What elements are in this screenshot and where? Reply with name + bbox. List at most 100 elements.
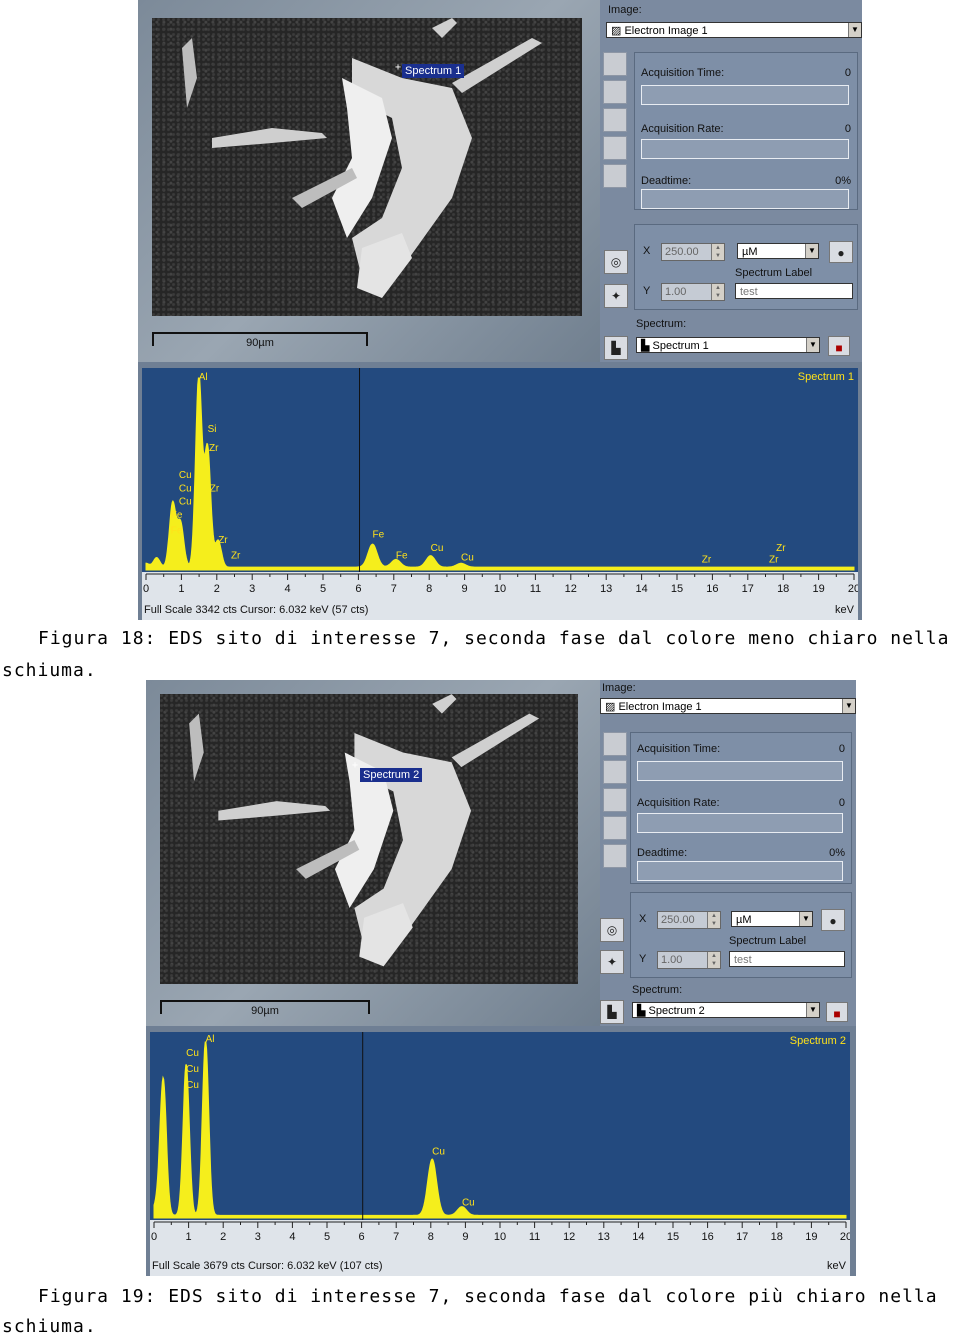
rectangle-tool-button[interactable]	[603, 760, 627, 784]
spectrum-icon[interactable]: ▙	[600, 1000, 624, 1024]
sem-micrograph[interactable]: + Spectrum 1	[152, 18, 582, 316]
x-tick-label: 17	[736, 1231, 748, 1243]
x-tick-label: 10	[494, 583, 506, 595]
x-tick-label: 2	[220, 1231, 226, 1243]
acquisition-time-value: 0	[839, 743, 845, 755]
figure-18-caption-cont: schiuma.	[2, 660, 97, 681]
y-spinner[interactable]: 1.00▲▼	[657, 951, 721, 969]
chevron-down-icon[interactable]: ▼	[842, 699, 855, 713]
spectrum-plot[interactable]: Spectrum 2CuCuCuAlCuCu	[150, 1032, 850, 1220]
spectrum-icon[interactable]: ▙	[604, 336, 628, 360]
element-line-label: Zr	[218, 535, 228, 546]
deadtime-bar	[641, 189, 849, 209]
x-tick-label: 6	[355, 583, 361, 595]
x-tick-label: 4	[285, 583, 291, 595]
select-tool-button[interactable]	[603, 52, 627, 76]
acquisition-rate-value: 0	[845, 123, 851, 135]
scale-bar: 90µm	[152, 332, 368, 346]
grid-tool-button[interactable]	[603, 844, 627, 868]
image-select[interactable]: ▨ Electron Image 1 ▼	[600, 698, 856, 714]
tool-column	[603, 52, 629, 206]
scale-bar-label: 90µm	[154, 337, 366, 349]
image-select[interactable]: ▨ Electron Image 1 ▼	[606, 22, 862, 38]
element-line-label: Cu	[462, 1198, 475, 1209]
spectrum-select[interactable]: ▙ Spectrum 2 ▼	[632, 1002, 820, 1018]
chevron-down-icon[interactable]: ▼	[806, 338, 819, 352]
target-icon[interactable]: ◎	[604, 250, 628, 274]
acquisition-rate-label: Acquisition Rate:	[641, 123, 724, 135]
spectrum-plot-title: Spectrum 2	[790, 1035, 846, 1047]
unit-select[interactable]: µM▼	[737, 243, 819, 259]
spectrum-select[interactable]: ▙ Spectrum 1 ▼	[636, 337, 820, 353]
element-line-label: Cu	[179, 483, 192, 494]
x-spinner[interactable]: 250.00▲▼	[657, 911, 721, 929]
x-tick-label: 16	[706, 583, 718, 595]
spectrum-select-value: Spectrum 1	[653, 340, 709, 352]
spectrum-plot-title: Spectrum 1	[798, 371, 854, 383]
spectrum-label-value: test	[740, 286, 758, 298]
spectrum-marker: +	[352, 760, 358, 771]
record-button[interactable]: ●	[829, 241, 853, 263]
x-tick-label: 9	[462, 583, 468, 595]
spin-arrows-icon[interactable]: ▲▼	[707, 952, 720, 968]
line-tool-button[interactable]	[603, 788, 627, 812]
y-label: Y	[643, 285, 650, 297]
image-icon: ▨	[611, 25, 621, 37]
y-spinner[interactable]: 1.00▲▼	[661, 283, 725, 301]
spectrum-overlay-tag[interactable]: Spectrum 2	[360, 768, 422, 782]
element-line-label: Cu	[179, 470, 192, 481]
stop-button[interactable]: ■	[826, 1002, 848, 1022]
image-label: Image:	[602, 682, 636, 694]
spectrum-overlay-tag[interactable]: Spectrum 1	[402, 64, 464, 78]
x-tick-label: 0	[143, 583, 149, 595]
x-tick-label: 6	[359, 1231, 365, 1243]
spectrum-label-input[interactable]: test	[729, 951, 845, 967]
target-icon[interactable]: ◎	[600, 918, 624, 942]
spectrum-label-title: Spectrum Label	[735, 267, 812, 279]
sparkle-icon[interactable]: ✦	[604, 284, 628, 308]
image-label: Image:	[608, 4, 642, 16]
x-spinner[interactable]: 250.00▲▼	[661, 243, 725, 261]
chevron-down-icon[interactable]: ▼	[806, 1003, 819, 1017]
spectrum-plot[interactable]: Spectrum 1AlSiZrCuCuCuFeFeZrZrZrFeFeCuCu…	[142, 368, 858, 572]
line-tool-button[interactable]	[603, 108, 627, 132]
scale-bar: 90µm	[160, 1000, 370, 1014]
select-tool-button[interactable]	[603, 732, 627, 756]
x-tick-label: 10	[494, 1231, 506, 1243]
element-line-label: Zr	[769, 554, 779, 565]
spin-arrows-icon[interactable]: ▲▼	[711, 284, 724, 300]
grid-tool-button[interactable]	[603, 164, 627, 188]
stop-button[interactable]: ■	[828, 336, 850, 356]
y-label: Y	[639, 953, 646, 965]
x-tick-label: 15	[667, 1231, 679, 1243]
element-line-label: Cu	[186, 1080, 199, 1091]
element-line-label: Fe	[373, 529, 385, 540]
x-tick-label: 3	[249, 583, 255, 595]
sem-micrograph[interactable]: + Spectrum 2	[160, 694, 578, 984]
chevron-down-icon[interactable]: ▼	[799, 912, 812, 926]
freehand-tool-button[interactable]	[603, 136, 627, 160]
x-tick-label: 9	[462, 1231, 468, 1243]
record-button[interactable]: ●	[821, 909, 845, 931]
spectrum-label-input[interactable]: test	[735, 283, 853, 299]
spin-arrows-icon[interactable]: ▲▼	[711, 244, 724, 260]
freehand-tool-button[interactable]	[603, 816, 627, 840]
figure-19-caption-cont: schiuma.	[2, 1316, 97, 1337]
sparkle-icon[interactable]: ✦	[600, 950, 624, 974]
image-select-value: Electron Image 1	[618, 701, 701, 713]
chevron-down-icon[interactable]: ▼	[848, 23, 861, 37]
spin-arrows-icon[interactable]: ▲▼	[707, 912, 720, 928]
chevron-down-icon[interactable]: ▼	[805, 244, 818, 258]
eds-screenshot-2: + Spectrum 2 90µm Image: ▨ Electron Imag…	[146, 680, 856, 1276]
acquisition-time-label: Acquisition Time:	[637, 743, 720, 755]
rectangle-tool-button[interactable]	[603, 80, 627, 104]
unit-select[interactable]: µM▼	[731, 911, 813, 927]
x-tick-label: 3	[255, 1231, 261, 1243]
element-line-label: Cu	[431, 543, 444, 554]
x-label: X	[639, 913, 646, 925]
x-tick-label: 15	[671, 583, 683, 595]
electron-image-area: + Spectrum 1 90µm	[138, 0, 622, 362]
spectrum-title: Spectrum:	[636, 318, 686, 330]
element-line-label: Zr	[702, 554, 712, 565]
x-tick-label: 16	[701, 1231, 713, 1243]
